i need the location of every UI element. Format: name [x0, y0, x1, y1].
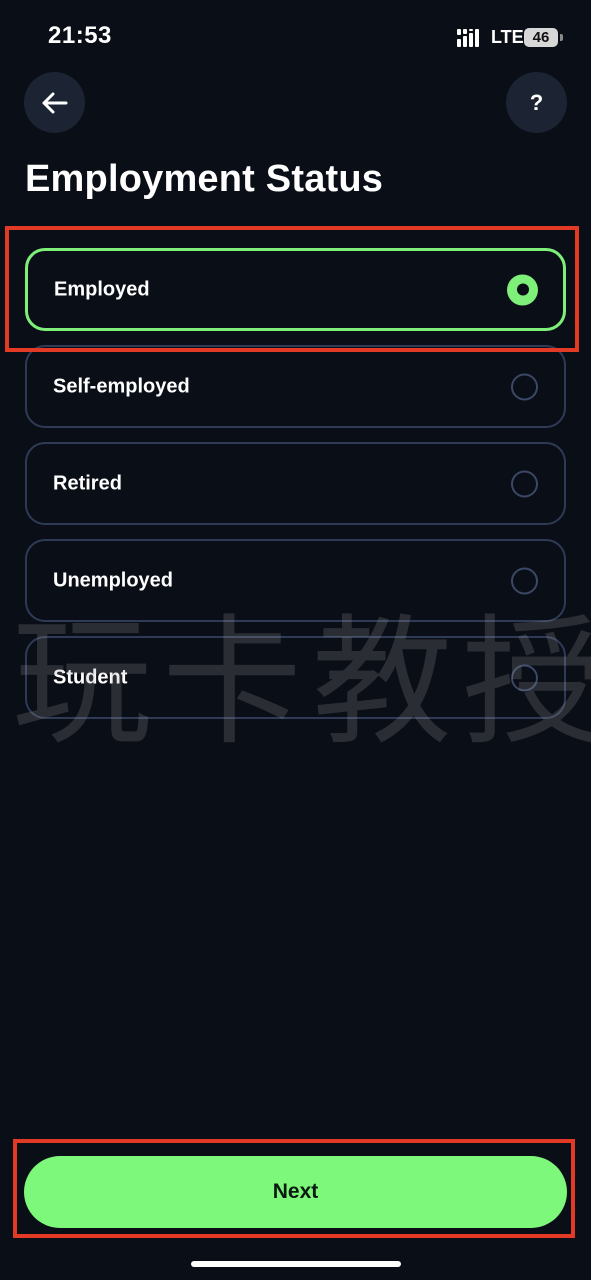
home-indicator [191, 1261, 401, 1267]
option-unemployed[interactable]: Unemployed [25, 539, 566, 622]
back-button[interactable] [24, 72, 85, 133]
help-icon: ? [529, 89, 544, 115]
option-label: Employed [54, 278, 150, 300]
option-label: Retired [53, 472, 122, 494]
network-type: LTE [491, 27, 524, 47]
option-self-employed[interactable]: Self-employed [25, 345, 566, 428]
option-label: Self-employed [53, 375, 190, 397]
option-student[interactable]: Student [25, 636, 566, 719]
radio-selected-icon[interactable] [507, 274, 538, 305]
radio-unselected-icon[interactable] [511, 664, 538, 691]
radio-unselected-icon[interactable] [511, 373, 538, 400]
help-button[interactable]: ? [506, 72, 567, 133]
battery-tip [560, 34, 563, 41]
next-button[interactable]: Next [24, 1156, 567, 1228]
option-label: Unemployed [53, 569, 174, 591]
arrow-left-icon [42, 92, 67, 113]
radio-unselected-icon[interactable] [511, 567, 538, 594]
signal-bars-icon [457, 29, 479, 47]
option-retired[interactable]: Retired [25, 442, 566, 525]
radio-unselected-icon[interactable] [511, 470, 538, 497]
status-bar: 21:53 LTE 46 [0, 0, 591, 76]
battery-indicator: 46 [524, 28, 558, 47]
option-label: Student [53, 666, 128, 688]
option-employed[interactable]: Employed [25, 248, 566, 331]
page-title: Employment Status [25, 158, 384, 200]
status-time: 21:53 [48, 22, 112, 49]
